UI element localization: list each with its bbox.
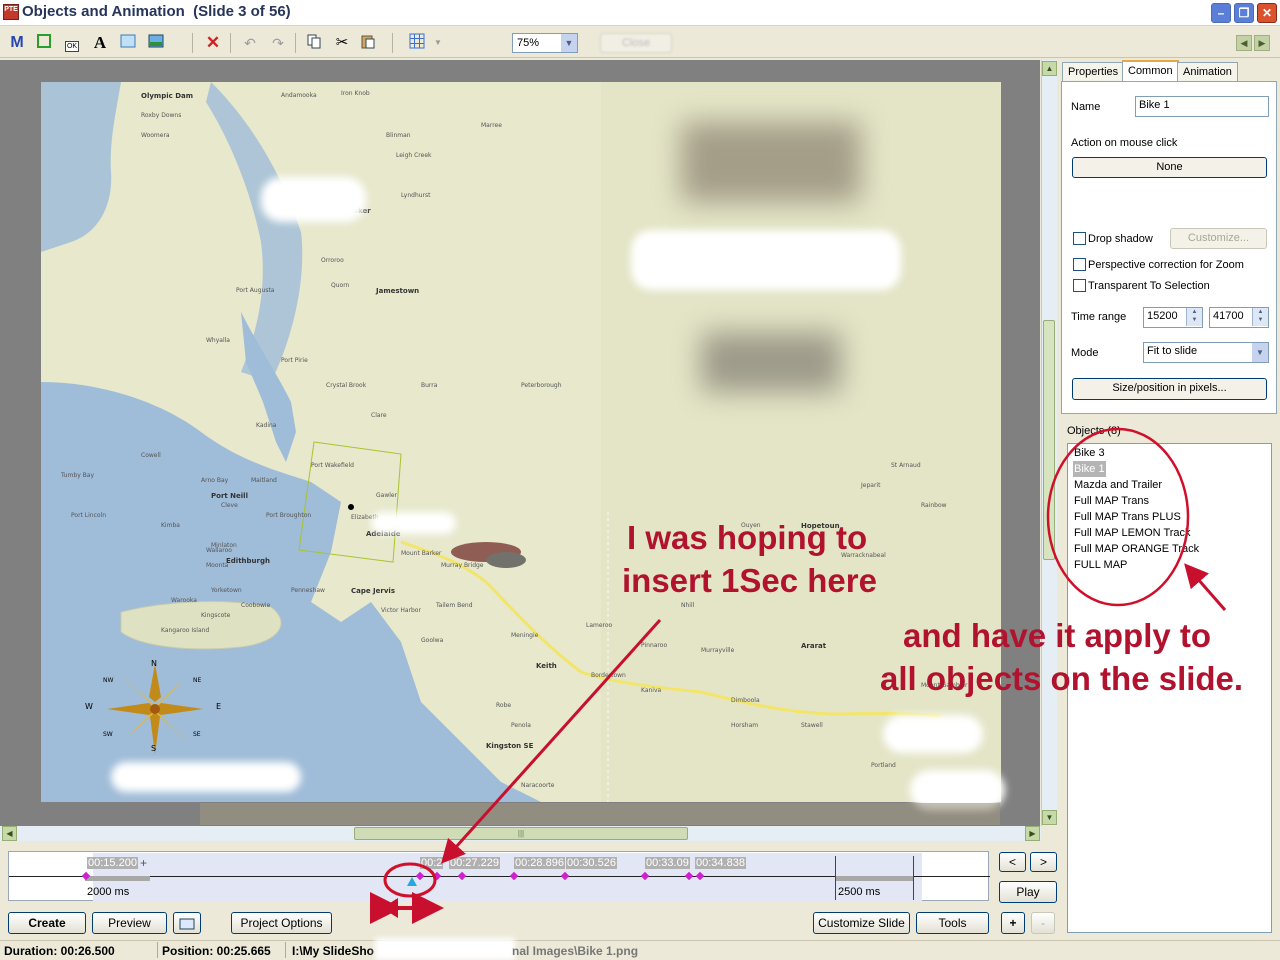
annotation-arrow xyxy=(440,618,662,864)
annotation-overlay xyxy=(370,427,1227,924)
annotation-arrow xyxy=(1184,563,1227,611)
annotation-circle xyxy=(1046,427,1190,607)
annotation-circle xyxy=(383,862,437,898)
